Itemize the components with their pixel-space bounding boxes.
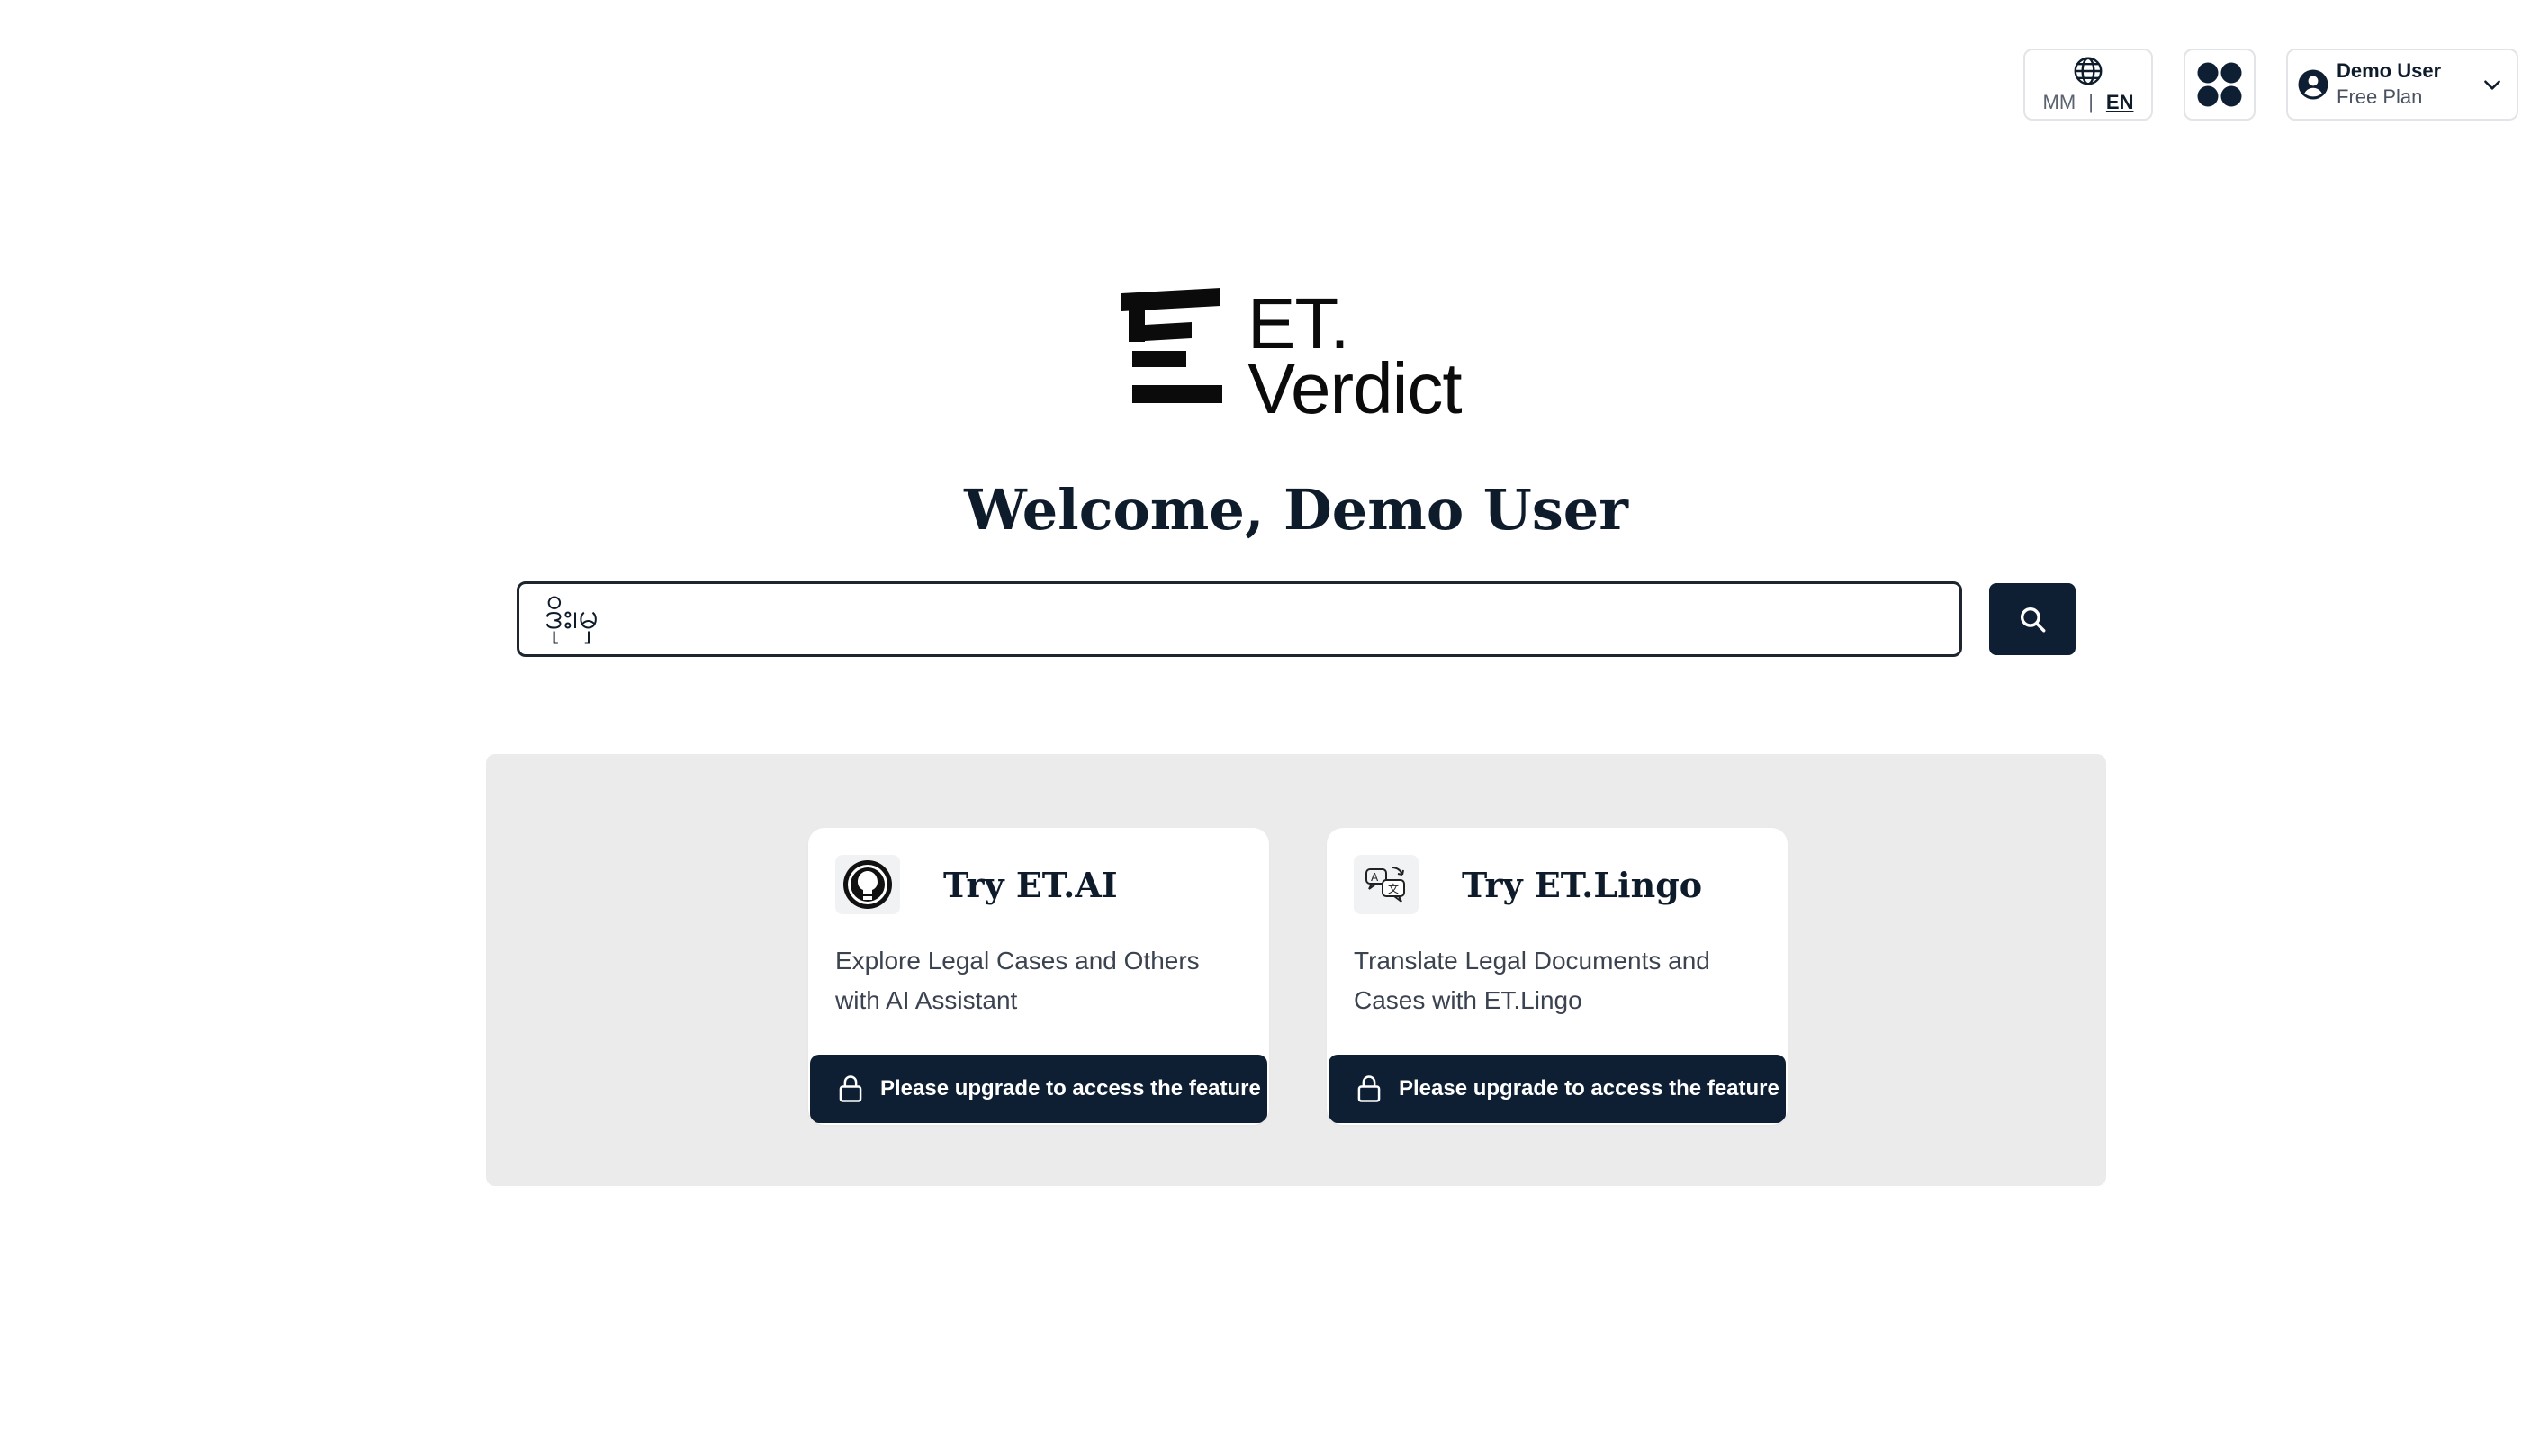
user-avatar-icon <box>2297 68 2329 101</box>
feature-card-et-ai[interactable]: Try ET.AI Explore Legal Cases and Others… <box>808 828 1269 1125</box>
lock-icon <box>1357 1075 1381 1102</box>
card-description: Explore Legal Cases and Others with AI A… <box>835 947 1200 1014</box>
search-button[interactable] <box>1989 583 2076 655</box>
search-icon <box>2020 607 2046 633</box>
search-bar <box>517 581 2076 657</box>
globe-icon <box>2074 57 2103 85</box>
user-info: Demo User Free Plan <box>2337 58 2473 110</box>
language-option-en[interactable]: EN <box>2106 91 2134 114</box>
lock-icon <box>839 1075 862 1102</box>
apps-button[interactable] <box>2184 49 2256 121</box>
user-plan: Free Plan <box>2337 85 2423 108</box>
language-switcher[interactable]: MM | EN <box>2023 49 2153 121</box>
search-input[interactable] <box>517 581 1962 657</box>
card-title: Try ET.Lingo <box>1462 864 1703 905</box>
welcome-heading: Welcome, Demo User <box>964 477 1628 543</box>
svg-text:文: 文 <box>1388 882 1399 895</box>
upgrade-button[interactable]: Please upgrade to access the feature <box>1329 1055 1786 1123</box>
upgrade-label: Please upgrade to access the feature <box>880 1076 1261 1101</box>
feature-card-et-lingo[interactable]: A 文 Try ET.Lingo Translate Legal Documen… <box>1327 828 1788 1125</box>
chevron-down-icon[interactable] <box>2481 73 2504 96</box>
user-name: Demo User <box>2337 59 2442 83</box>
brand-line-2: Verdict <box>1247 348 1463 428</box>
features-panel: Try ET.AI Explore Legal Cases and Others… <box>486 754 2106 1186</box>
user-menu[interactable]: Demo User Free Plan <box>2286 49 2518 121</box>
ai-assistant-icon <box>835 855 900 914</box>
top-bar: MM | EN Demo User Free Plan <box>2023 49 2518 121</box>
brand-line-1: ET. <box>1247 283 1350 364</box>
card-title: Try ET.AI <box>943 864 1118 905</box>
card-description: Translate Legal Documents and Cases with… <box>1354 947 1710 1014</box>
apps-grid-icon <box>2197 62 2242 107</box>
brand-logo: ET. Verdict <box>1116 283 1463 428</box>
translate-icon: A 文 <box>1354 855 1419 914</box>
brand-wordmark: ET. Verdict <box>1247 283 1463 428</box>
upgrade-button[interactable]: Please upgrade to access the feature <box>810 1055 1267 1123</box>
language-separator: | <box>2088 91 2094 113</box>
language-option-mm[interactable]: MM <box>2043 91 2076 114</box>
gavel-logo-icon <box>1121 288 1222 403</box>
upgrade-label: Please upgrade to access the feature <box>1399 1076 1779 1101</box>
svg-text:A: A <box>1371 871 1379 884</box>
